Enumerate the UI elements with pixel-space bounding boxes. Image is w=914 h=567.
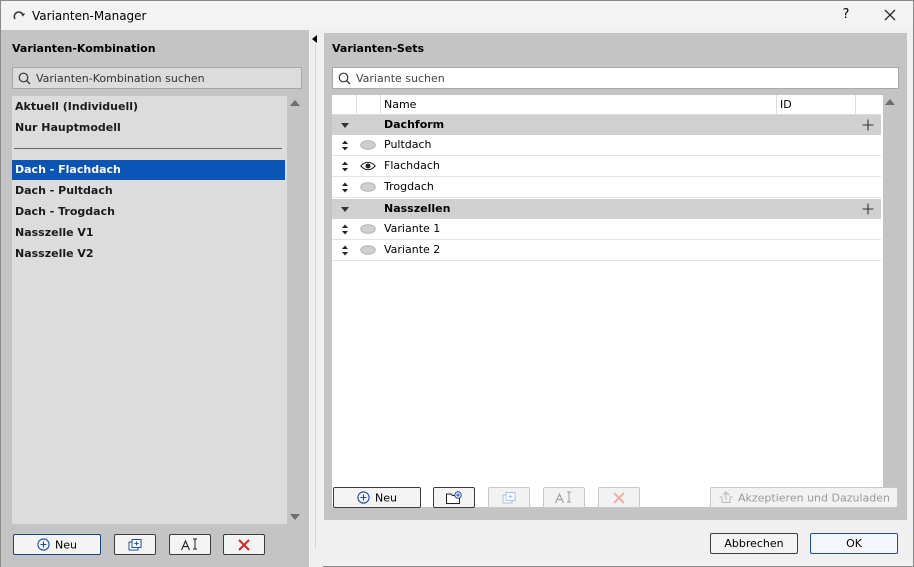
new-folder-icon: [446, 491, 462, 504]
duplicate-icon: [128, 539, 142, 551]
variant-scrollbar[interactable]: [884, 95, 898, 507]
upload-icon: [719, 491, 733, 503]
reorder-handle-icon[interactable]: [341, 161, 349, 172]
variant-table: Name ID Dachform Pultdach Flachdach Trog…: [332, 95, 883, 507]
search-icon: [18, 72, 31, 85]
new-variant-button[interactable]: [433, 487, 475, 508]
close-button[interactable]: [879, 4, 901, 26]
title-bar: Varianten-Manager ?: [0, 0, 914, 30]
variant-search-input[interactable]: Variante suchen: [332, 67, 899, 89]
new-variant-set-label: Neu: [375, 491, 397, 505]
scroll-up-icon[interactable]: [885, 99, 895, 105]
list-divider: [14, 148, 282, 149]
close-icon: [884, 9, 896, 21]
combination-item-main-model[interactable]: Nur Hauptmodell: [12, 118, 285, 138]
collapse-group-icon[interactable]: [341, 207, 349, 212]
combination-item-current[interactable]: Aktuell (Individuell): [12, 97, 285, 117]
duplicate-icon: [502, 492, 516, 504]
variant-sets-panel: Varianten-Sets Variante suchen Name ID D…: [324, 33, 907, 520]
accept-and-load-label: Akzeptieren und Dazuladen: [738, 491, 890, 505]
variant-name: Flachdach: [384, 159, 440, 172]
visibility-off-icon[interactable]: [360, 245, 376, 255]
add-variant-icon[interactable]: [862, 203, 874, 215]
plus-circle-icon: [37, 537, 50, 551]
visibility-off-icon[interactable]: [360, 224, 376, 234]
variant-name: Variante 1: [384, 222, 441, 235]
combination-item[interactable]: Dach - Pultdach: [12, 181, 285, 201]
variant-name: Trogdach: [384, 180, 434, 193]
variant-row[interactable]: Flachdach: [332, 156, 881, 177]
plus-circle-icon: [357, 490, 370, 504]
reorder-handle-icon[interactable]: [341, 140, 349, 151]
reorder-handle-icon[interactable]: [341, 182, 349, 193]
splitter-grip: [315, 44, 316, 549]
rename-combination-button[interactable]: [169, 534, 211, 555]
rename-icon: [554, 491, 571, 504]
variant-search-placeholder: Variante suchen: [356, 72, 445, 85]
delete-icon: [238, 539, 250, 551]
variant-row[interactable]: Variante 1: [332, 219, 881, 240]
ok-button[interactable]: OK: [810, 533, 898, 554]
accept-and-load-button[interactable]: Akzeptieren und Dazuladen: [710, 487, 898, 508]
group-name: Nasszellen: [384, 202, 451, 215]
combination-item[interactable]: Dach - Flachdach: [12, 160, 285, 180]
visibility-off-icon[interactable]: [360, 182, 376, 192]
help-button[interactable]: ?: [837, 5, 855, 25]
table-header: Name ID: [332, 95, 881, 115]
scroll-up-icon[interactable]: [290, 100, 300, 106]
combination-search-placeholder: Varianten-Kombination suchen: [36, 72, 205, 85]
panel-splitter[interactable]: [309, 30, 323, 567]
combination-item[interactable]: Nasszelle V1: [12, 223, 285, 243]
collapse-group-icon[interactable]: [341, 123, 349, 128]
variant-name: Variante 2: [384, 243, 441, 256]
combination-search-input[interactable]: Varianten-Kombination suchen: [12, 67, 302, 89]
visibility-on-icon[interactable]: [360, 161, 376, 171]
reorder-handle-icon[interactable]: [341, 245, 349, 256]
new-combination-label: Neu: [55, 538, 77, 552]
new-variant-set-button[interactable]: Neu: [333, 487, 421, 508]
variant-row[interactable]: Trogdach: [332, 177, 881, 198]
variant-sets-title: Varianten-Sets: [332, 42, 425, 55]
duplicate-combination-button[interactable]: [114, 534, 156, 555]
collapse-left-icon[interactable]: [312, 35, 317, 43]
search-icon: [338, 72, 351, 85]
variant-row[interactable]: Pultdach: [332, 135, 881, 156]
add-variant-icon[interactable]: [862, 119, 874, 131]
combination-item[interactable]: Dach - Trogdach: [12, 202, 285, 222]
combination-panel: Varianten-Kombination Varianten-Kombinat…: [1, 30, 309, 567]
rename-variant-button[interactable]: [543, 487, 585, 508]
cancel-button[interactable]: Abbrechen: [710, 533, 798, 554]
combination-item[interactable]: Nasszelle V2: [12, 244, 285, 264]
variant-name: Pultdach: [384, 138, 432, 151]
rename-icon: [180, 538, 197, 551]
delete-combination-button[interactable]: [223, 534, 265, 555]
window-title: Varianten-Manager: [32, 9, 147, 23]
dialog-body: Varianten-Kombination Varianten-Kombinat…: [0, 30, 914, 567]
duplicate-variant-button[interactable]: [488, 487, 530, 508]
delete-icon: [613, 492, 625, 504]
scroll-down-icon[interactable]: [290, 514, 300, 520]
visibility-off-icon[interactable]: [360, 140, 376, 150]
column-header-name[interactable]: Name: [384, 95, 416, 115]
group-name: Dachform: [384, 118, 445, 131]
combination-scrollbar[interactable]: [289, 96, 301, 524]
combination-title: Varianten-Kombination: [12, 42, 156, 55]
new-combination-button[interactable]: Neu: [13, 534, 101, 555]
reorder-handle-icon[interactable]: [341, 224, 349, 235]
group-row-dachform[interactable]: Dachform: [332, 115, 881, 135]
combination-list: Aktuell (Individuell) Nur Hauptmodell Da…: [12, 96, 287, 524]
group-row-nasszellen[interactable]: Nasszellen: [332, 199, 881, 219]
delete-variant-button[interactable]: [598, 487, 640, 508]
variant-row[interactable]: Variante 2: [332, 240, 881, 261]
app-icon: [13, 9, 25, 21]
column-header-id[interactable]: ID: [780, 95, 792, 115]
